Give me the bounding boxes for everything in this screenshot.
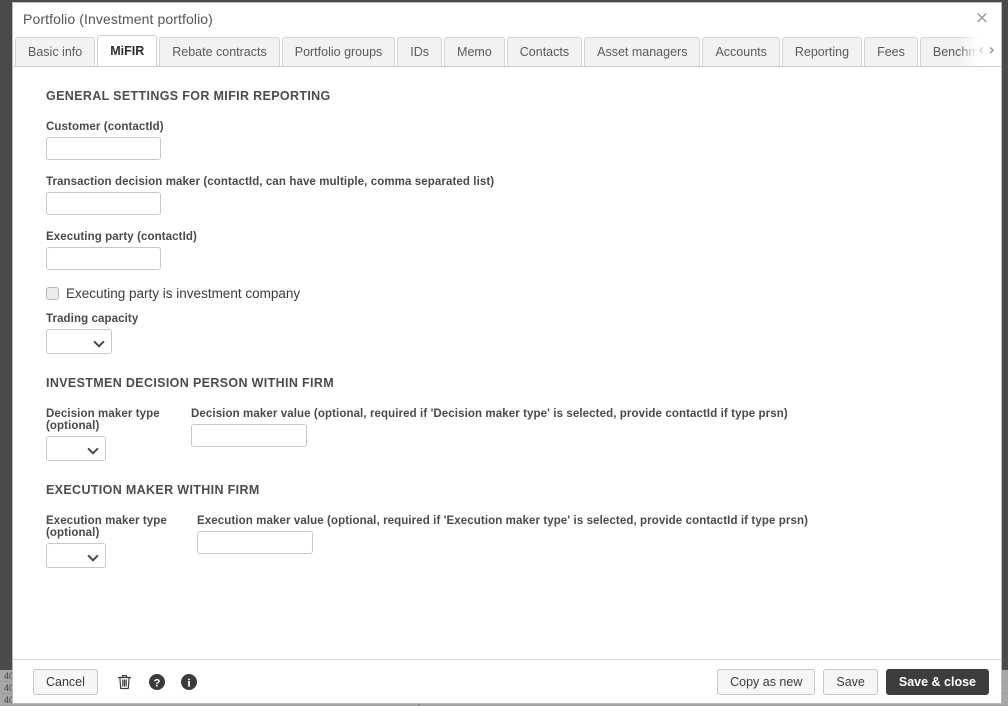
tab-ids[interactable]: IDs (397, 37, 443, 66)
execution-maker-type-select-wrap (46, 543, 106, 568)
customer-input[interactable] (46, 137, 161, 160)
tab-label: Contacts (519, 45, 570, 59)
dialog-footer: Cancel ? i Copy as new Save Save & close (13, 659, 1001, 703)
execution-maker-value-label: Execution maker value (optional, require… (197, 515, 808, 527)
decision-maker-value-field: Decision maker value (optional, required… (191, 408, 788, 447)
trading-capacity-select-wrap (46, 329, 112, 354)
execution-maker-type-label: Execution maker type (optional) (46, 515, 167, 539)
execution-maker-type-field: Execution maker type (optional) (46, 515, 197, 568)
tab-label: Portfolio groups (294, 45, 383, 59)
executing-party-label: Executing party (contactId) (46, 231, 197, 243)
decision-maker-type-select-wrap (46, 436, 106, 461)
dialog-title: Portfolio (Investment portfolio) (23, 10, 213, 27)
save-and-close-button[interactable]: Save & close (885, 668, 989, 695)
cancel-button[interactable]: Cancel (33, 668, 98, 695)
tab-label: Asset managers (597, 45, 688, 59)
info-circle-icon[interactable]: i (178, 671, 200, 693)
execution-maker-value-input[interactable] (197, 531, 313, 554)
tab-basic-info[interactable]: Basic info (15, 37, 96, 66)
footer-icon-group: ? i (114, 671, 210, 693)
copy-as-new-button[interactable]: Copy as new (717, 668, 816, 695)
executing-party-investment-company-row[interactable]: Executing party is investment company (46, 286, 1001, 301)
customer-label: Customer (contactId) (46, 121, 164, 133)
tab-accounts[interactable]: Accounts (702, 37, 780, 66)
mifir-form: GENERAL SETTINGS FOR MIFIR REPORTING Cus… (13, 67, 1001, 659)
tab-label: Fees (877, 45, 905, 59)
tab-label: Reporting (794, 45, 850, 59)
executing-party-investment-company-label: Executing party is investment company (66, 286, 301, 301)
trading-capacity-label: Trading capacity (46, 313, 139, 325)
executing-party-input[interactable] (46, 247, 161, 270)
decision-maker-value-input[interactable] (191, 424, 307, 447)
tab-list: Basic info MiFIR Rebate contracts Portfolio… (13, 34, 1001, 66)
tab-label: MiFIR (110, 44, 145, 58)
transaction-decision-maker-label: Transaction decision maker (contactId, c… (46, 176, 495, 188)
svg-text:?: ? (154, 677, 161, 689)
trading-capacity-field: Trading capacity (46, 313, 1001, 354)
tab-mifir[interactable]: MiFIR (97, 35, 158, 66)
tab-contacts[interactable]: Contacts (506, 37, 583, 66)
tab-strip: Basic info MiFIR Rebate contracts Portfolio… (13, 34, 1001, 67)
close-icon[interactable]: × (972, 9, 992, 29)
investment-decision-row: Decision maker type (optional) Decision … (46, 408, 1001, 461)
general-settings-heading: GENERAL SETTINGS FOR MIFIR REPORTING (46, 89, 331, 103)
transaction-decision-maker-field: Transaction decision maker (contactId, c… (46, 176, 1001, 215)
tab-scroll-controls: ‹ › (959, 34, 1001, 66)
decision-maker-type-field: Decision maker type (optional) (46, 408, 191, 461)
customer-field: Customer (contactId) (46, 121, 1001, 160)
tab-label: Rebate contracts (172, 45, 267, 59)
dialog-titlebar: Portfolio (Investment portfolio) × (13, 3, 1001, 34)
executing-party-field: Executing party (contactId) (46, 231, 1001, 270)
tab-label: Basic info (28, 45, 83, 59)
portfolio-dialog: Portfolio (Investment portfolio) × Basic… (12, 2, 1002, 704)
execution-maker-value-field: Execution maker value (optional, require… (197, 515, 808, 554)
chevron-left-icon[interactable]: ‹ (976, 42, 986, 58)
tab-asset-managers[interactable]: Asset managers (584, 37, 701, 66)
execution-maker-type-select[interactable] (46, 543, 106, 568)
tab-label: Accounts (715, 45, 767, 59)
execution-maker-row: Execution maker type (optional) Executio… (46, 515, 1001, 568)
tab-memo[interactable]: Memo (444, 37, 505, 66)
tab-fees[interactable]: Fees (864, 37, 918, 66)
transaction-decision-maker-input[interactable] (46, 192, 161, 215)
tab-rebate-contracts[interactable]: Rebate contracts (159, 37, 280, 66)
decision-maker-value-label: Decision maker value (optional, required… (191, 408, 788, 420)
investment-decision-heading: INVESTMEN DECISION PERSON WITHIN FIRM (46, 376, 334, 390)
decision-maker-type-select[interactable] (46, 436, 106, 461)
tab-reporting[interactable]: Reporting (781, 37, 863, 66)
decision-maker-type-label: Decision maker type (optional) (46, 408, 160, 432)
trash-icon[interactable] (114, 671, 136, 693)
tab-label: IDs (410, 45, 430, 59)
tab-label: Memo (457, 45, 492, 59)
save-button[interactable]: Save (823, 668, 878, 695)
execution-maker-heading: EXECUTION MAKER WITHIN FIRM (46, 483, 260, 497)
help-circle-icon[interactable]: ? (146, 671, 168, 693)
executing-party-investment-company-checkbox[interactable] (46, 287, 59, 300)
tab-portfolio-groups[interactable]: Portfolio groups (281, 37, 396, 66)
trading-capacity-select[interactable] (46, 329, 112, 354)
chevron-right-icon[interactable]: › (986, 42, 997, 58)
